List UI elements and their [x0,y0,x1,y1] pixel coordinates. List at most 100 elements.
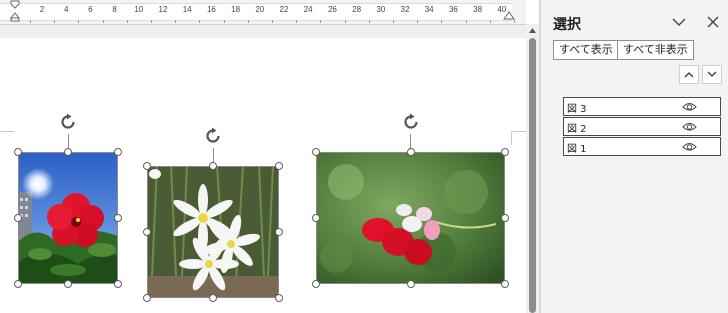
ruler-label: 8 [112,5,117,14]
list-item[interactable]: 図 2 [563,117,721,136]
list-item[interactable]: 図 3 [563,97,721,116]
rotate-icon[interactable] [58,112,78,132]
ruler-tick [126,20,128,23]
ruler-tick [29,20,31,23]
geranium-photo [316,152,505,284]
rotate-icon[interactable] [401,112,421,132]
resize-handle[interactable] [312,148,320,156]
resize-handle[interactable] [114,148,122,156]
resize-handle[interactable] [501,280,509,288]
margin-guide [0,131,14,132]
right-indent-marker-icon[interactable] [503,10,515,20]
margin-guide [511,131,512,145]
vertical-scrollbar[interactable] [526,24,539,313]
resize-handle[interactable] [275,294,283,302]
ruler-tick [223,20,225,23]
object-name: 図 3 [567,104,587,115]
list-item[interactable]: 図 1 [563,137,721,156]
scroll-up-arrow-icon[interactable] [528,26,537,35]
resize-handle[interactable] [406,148,415,156]
resize-handle[interactable] [312,214,320,222]
selection-list: 図 3 図 2 図 1 [563,97,721,157]
resize-handle[interactable] [114,280,122,288]
page-gap [0,25,526,38]
bring-forward-button[interactable] [679,65,699,84]
chevron-down-icon [672,18,686,26]
close-pane-button[interactable] [705,14,721,30]
hibiscus-photo [18,152,118,284]
lilies-photo [147,166,279,298]
ruler-tick [392,20,394,23]
eye-icon[interactable] [682,121,697,132]
horizontal-ruler[interactable]: 2 4 6 8 10 12 14 16 18 20 22 24 26 28 30 32 34 36 38 40 [0,0,526,25]
ruler-tick [150,20,152,23]
margin-guide [511,131,526,132]
ruler-tick [465,20,467,23]
ruler-tick [513,20,515,23]
ruler-label: 2 [39,5,45,14]
resize-handle[interactable] [275,228,283,236]
scroll-thumb[interactable] [529,38,536,313]
ruler-label: 26 [327,5,337,14]
image-white-lilies[interactable] [147,166,279,298]
ruler-label: 34 [424,5,434,14]
image-red-geranium[interactable] [316,152,505,284]
ruler-tick [368,20,370,23]
resize-handle[interactable] [406,280,415,288]
chevron-up-icon [684,72,694,78]
resize-handle[interactable] [114,214,122,222]
resize-handle[interactable] [14,148,22,156]
ruler-tick [320,20,322,23]
ruler-tick [102,20,104,23]
ruler-label: 4 [63,5,69,14]
ruler-tick [247,20,249,23]
ruler-tick [78,20,80,23]
ruler-tick [54,20,56,23]
ruler-tick [175,20,177,23]
document-area: 2 4 6 8 10 12 14 16 18 20 22 24 26 28 30 32 34 36 38 40 [0,0,526,313]
ruler-label: 12 [158,5,168,14]
eye-icon[interactable] [682,141,697,152]
ruler-label: 36 [448,5,458,14]
resize-handle[interactable] [14,280,22,288]
ruler-tick [296,20,298,23]
resize-handle[interactable] [64,148,72,156]
resize-handle[interactable] [143,162,151,170]
resize-handle[interactable] [275,162,283,170]
indent-marker-icon[interactable] [10,0,20,22]
eye-icon[interactable] [682,101,697,112]
image-red-hibiscus[interactable] [18,152,118,284]
rotate-icon[interactable] [203,126,223,146]
ruler-label: 28 [352,5,362,14]
hide-all-button[interactable]: すべて非表示 [617,40,694,60]
ruler-label: 22 [279,5,289,14]
pane-title: 選択 [553,17,581,33]
send-backward-button[interactable] [702,65,722,84]
resize-handle[interactable] [14,214,22,222]
ruler-tick [489,20,491,23]
resize-handle[interactable] [501,148,509,156]
ruler-label: 30 [376,5,386,14]
ruler-label: 6 [88,5,93,14]
ruler-label: 24 [303,5,313,14]
ruler-tick [199,20,201,23]
object-name: 図 2 [567,124,587,135]
resize-handle[interactable] [312,280,320,288]
show-all-button[interactable]: すべて表示 [553,40,619,60]
object-name: 図 1 [567,144,587,155]
chevron-down-icon [707,71,717,77]
ruler-tick [417,20,419,23]
ruler-tick [271,20,273,23]
ruler-label: 38 [473,5,483,14]
pane-options-button[interactable] [671,14,687,30]
resize-handle[interactable] [501,214,509,222]
resize-handle[interactable] [64,280,72,288]
resize-handle[interactable] [143,294,151,302]
resize-handle[interactable] [209,162,217,170]
resize-handle[interactable] [143,228,151,236]
ruler-label: 10 [134,5,144,14]
resize-handle[interactable] [209,294,217,302]
ruler-tick [441,20,443,23]
close-icon [707,16,719,28]
ruler-label: 20 [255,5,265,14]
